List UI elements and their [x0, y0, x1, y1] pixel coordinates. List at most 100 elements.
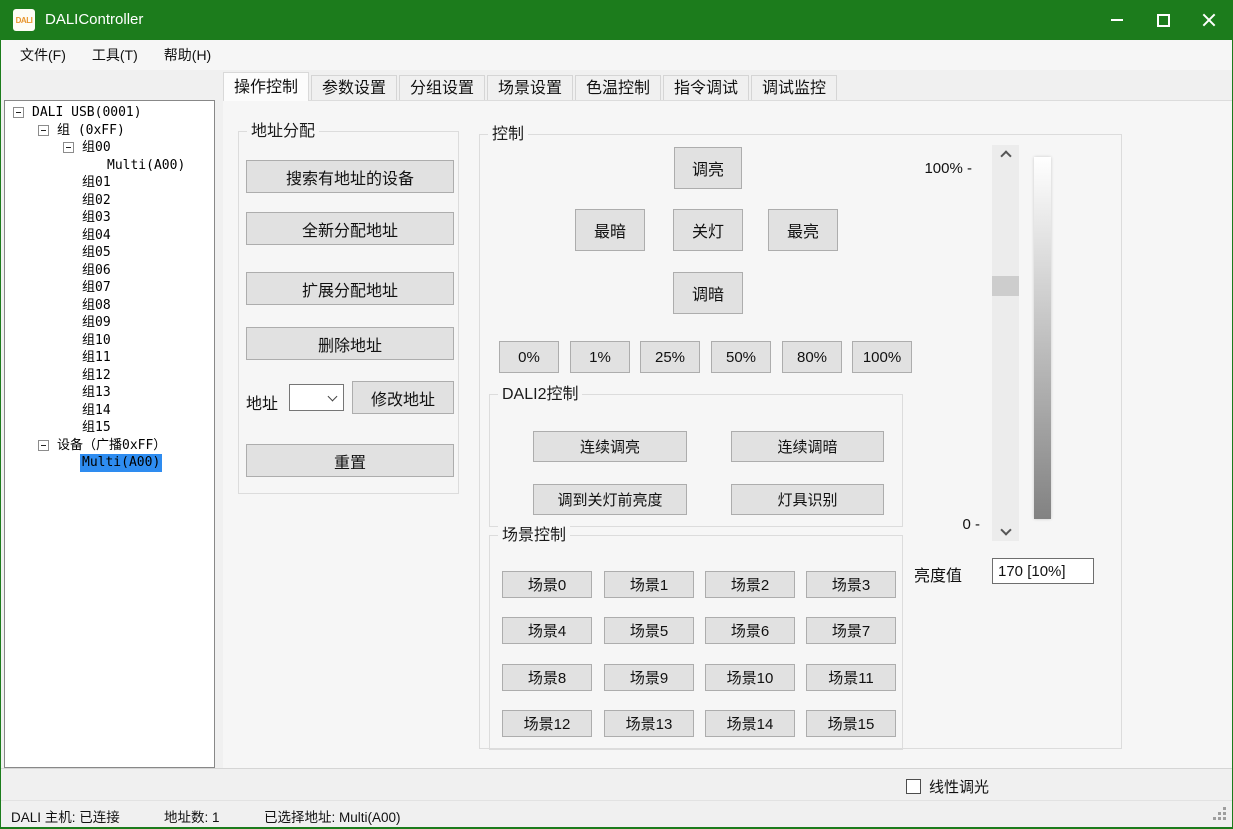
reset-button[interactable]: 重置 [246, 444, 454, 477]
tree-item-19[interactable]: 设备（广播0xFF） [5, 437, 214, 455]
scene-button-6[interactable]: 场景6 [705, 617, 795, 644]
tree-expander-icon[interactable] [38, 440, 49, 451]
tree-item-11[interactable]: 组08 [5, 297, 214, 315]
group-title: DALI2控制 [498, 385, 582, 404]
percent-button-1[interactable]: 1% [570, 341, 630, 373]
modify-address-button[interactable]: 修改地址 [352, 381, 454, 414]
continuous-dim-button[interactable]: 连续调暗 [731, 431, 884, 462]
scene-button-5[interactable]: 场景5 [604, 617, 694, 644]
tree-item-4[interactable]: 组01 [5, 174, 214, 192]
brightest-button[interactable]: 最亮 [768, 209, 838, 251]
tree-item-5[interactable]: 组02 [5, 192, 214, 210]
light-off-button[interactable]: 关灯 [673, 209, 743, 251]
brightness-value-label: 亮度值 [914, 562, 962, 586]
tree-item-label: 组12 [80, 367, 113, 385]
menu-item-1[interactable]: 工具(T) [79, 40, 151, 70]
brightness-scrollbar[interactable] [992, 145, 1019, 541]
brightness-value-field[interactable] [992, 558, 1094, 584]
percent-button-25[interactable]: 25% [640, 341, 700, 373]
scene-button-8[interactable]: 场景8 [502, 664, 592, 691]
tree-item-14[interactable]: 组11 [5, 349, 214, 367]
tab-2[interactable]: 分组设置 [399, 75, 485, 100]
extend-assign-address-button[interactable]: 扩展分配地址 [246, 272, 454, 305]
scene-button-10[interactable]: 场景10 [705, 664, 795, 691]
close-button[interactable] [1186, 0, 1232, 40]
tree-item-15[interactable]: 组12 [5, 367, 214, 385]
tree-item-20[interactable]: Multi(A00) [5, 454, 214, 472]
scene-button-14[interactable]: 场景14 [705, 710, 795, 737]
group-title: 地址分配 [247, 122, 319, 141]
scene-button-3[interactable]: 场景3 [806, 571, 896, 598]
tree-item-1[interactable]: 组 (0xFF) [5, 122, 214, 140]
tree-item-3[interactable]: Multi(A00) [5, 157, 214, 175]
tree-item-10[interactable]: 组07 [5, 279, 214, 297]
menu-item-0[interactable]: 文件(F) [7, 40, 79, 70]
bottom-strip: 线性调光 [1, 768, 1232, 800]
tab-1[interactable]: 参数设置 [311, 75, 397, 100]
tree-item-17[interactable]: 组14 [5, 402, 214, 420]
tree-item-label: 组 (0xFF) [55, 122, 127, 140]
tab-3[interactable]: 场景设置 [487, 75, 573, 100]
delete-address-button[interactable]: 删除地址 [246, 327, 454, 360]
assign-new-address-button[interactable]: 全新分配地址 [246, 212, 454, 245]
tree-item-6[interactable]: 组03 [5, 209, 214, 227]
tab-6[interactable]: 调试监控 [751, 75, 837, 100]
scene-button-0[interactable]: 场景0 [502, 571, 592, 598]
tree-expander-icon[interactable] [38, 125, 49, 136]
dimmest-button[interactable]: 最暗 [575, 209, 645, 251]
scene-button-11[interactable]: 场景11 [806, 664, 896, 691]
luminaire-identify-button[interactable]: 灯具识别 [731, 484, 884, 515]
tree-item-7[interactable]: 组04 [5, 227, 214, 245]
chevron-up-icon [1000, 150, 1011, 161]
status-item-1: 地址数: 1 [164, 806, 220, 826]
scene-button-4[interactable]: 场景4 [502, 617, 592, 644]
tree-item-0[interactable]: DALI USB(0001) [5, 104, 214, 122]
menu-item-2[interactable]: 帮助(H) [151, 40, 224, 70]
recall-last-level-button[interactable]: 调到关灯前亮度 [533, 484, 687, 515]
scene-button-12[interactable]: 场景12 [502, 710, 592, 737]
tree-item-2[interactable]: 组00 [5, 139, 214, 157]
menu-bar: 文件(F)工具(T)帮助(H) [1, 40, 1232, 70]
tab-page-operation: 地址分配 搜索有地址的设备 全新分配地址 扩展分配地址 删除地址 地址 修改地址… [223, 100, 1233, 768]
tree-item-label: 组10 [80, 332, 113, 350]
scrollbar-thumb[interactable] [992, 276, 1019, 296]
tree-item-8[interactable]: 组05 [5, 244, 214, 262]
resize-grip[interactable] [1223, 817, 1226, 820]
scroll-down-button[interactable] [992, 523, 1019, 541]
tree-item-12[interactable]: 组09 [5, 314, 214, 332]
tree-item-18[interactable]: 组15 [5, 419, 214, 437]
scene-button-13[interactable]: 场景13 [604, 710, 694, 737]
scene-button-15[interactable]: 场景15 [806, 710, 896, 737]
percent-button-0[interactable]: 0% [499, 341, 559, 373]
scene-button-9[interactable]: 场景9 [604, 664, 694, 691]
brightness-gradient-bar [1034, 157, 1051, 519]
scene-button-1[interactable]: 场景1 [604, 571, 694, 598]
linear-dimming-checkbox[interactable] [906, 779, 921, 794]
percent-button-50[interactable]: 50% [711, 341, 771, 373]
tree-item-label: 组11 [80, 349, 113, 367]
minimize-button[interactable] [1094, 0, 1140, 40]
tree-item-9[interactable]: 组06 [5, 262, 214, 280]
address-combobox[interactable] [289, 384, 344, 411]
percent-button-100[interactable]: 100% [852, 341, 912, 373]
continuous-brighten-button[interactable]: 连续调亮 [533, 431, 687, 462]
tree-item-label: 组07 [80, 279, 113, 297]
tree-item-label: 组01 [80, 174, 113, 192]
tab-5[interactable]: 指令调试 [663, 75, 749, 100]
title-bar: DALI DALIController [1, 0, 1232, 40]
scene-button-7[interactable]: 场景7 [806, 617, 896, 644]
maximize-button[interactable] [1140, 0, 1186, 40]
tree-item-label: 组06 [80, 262, 113, 280]
search-addressed-devices-button[interactable]: 搜索有地址的设备 [246, 160, 454, 193]
tree-expander-icon[interactable] [13, 107, 24, 118]
tree-expander-icon[interactable] [63, 142, 74, 153]
scene-button-2[interactable]: 场景2 [705, 571, 795, 598]
tree-item-13[interactable]: 组10 [5, 332, 214, 350]
percent-button-80[interactable]: 80% [782, 341, 842, 373]
brighten-button[interactable]: 调亮 [674, 147, 742, 189]
dim-button[interactable]: 调暗 [673, 272, 743, 314]
tree-item-16[interactable]: 组13 [5, 384, 214, 402]
tab-0[interactable]: 操作控制 [223, 72, 309, 101]
scroll-up-button[interactable] [992, 145, 1019, 163]
tab-4[interactable]: 色温控制 [575, 75, 661, 100]
